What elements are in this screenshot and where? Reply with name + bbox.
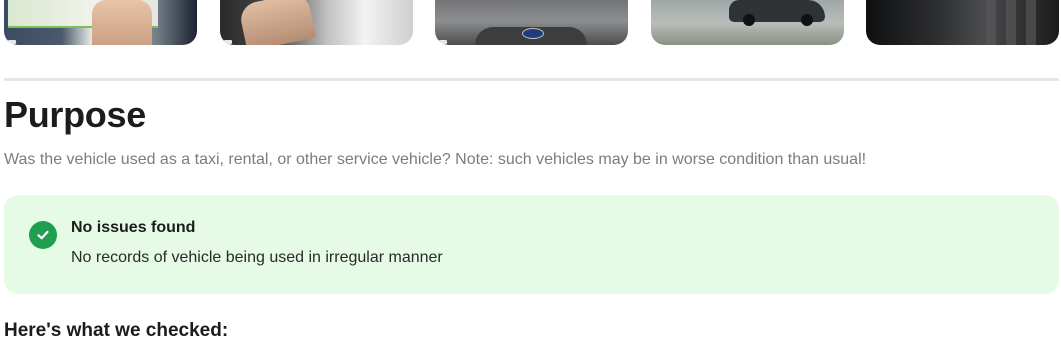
result-title: No issues found	[71, 219, 196, 236]
checked-heading: Here's what we checked:	[4, 320, 229, 341]
check-circle-icon	[29, 221, 57, 249]
interior-image-detail	[1026, 0, 1036, 45]
thumbnail-side-view[interactable]	[651, 0, 844, 45]
wheel-image-detail	[743, 14, 755, 26]
photo-badge-icon	[439, 40, 447, 44]
brand-logo-image-detail	[522, 28, 544, 39]
interior-image-detail	[986, 0, 996, 45]
thumbnail-interior[interactable]	[866, 0, 1059, 45]
thumbnail-front-hood[interactable]	[435, 0, 628, 45]
hand-image-detail	[92, 0, 152, 45]
interior-image-detail	[1006, 0, 1016, 45]
section-description: Was the vehicle used as a taxi, rental, …	[4, 151, 867, 168]
hand-image-detail	[237, 0, 317, 45]
result-panel: No issues found No records of vehicle be…	[4, 195, 1059, 294]
photo-gallery	[4, 0, 1060, 46]
section-divider	[4, 78, 1059, 81]
thumbnail-wheel-photo[interactable]	[220, 0, 413, 45]
result-description: No records of vehicle being used in irre…	[71, 249, 443, 266]
photo-badge-icon	[8, 40, 16, 44]
photo-badge-icon	[224, 40, 232, 44]
section-title: Purpose	[4, 94, 146, 135]
wheel-image-detail	[801, 14, 813, 26]
thumbnail-inspection-ticket[interactable]	[4, 0, 197, 45]
